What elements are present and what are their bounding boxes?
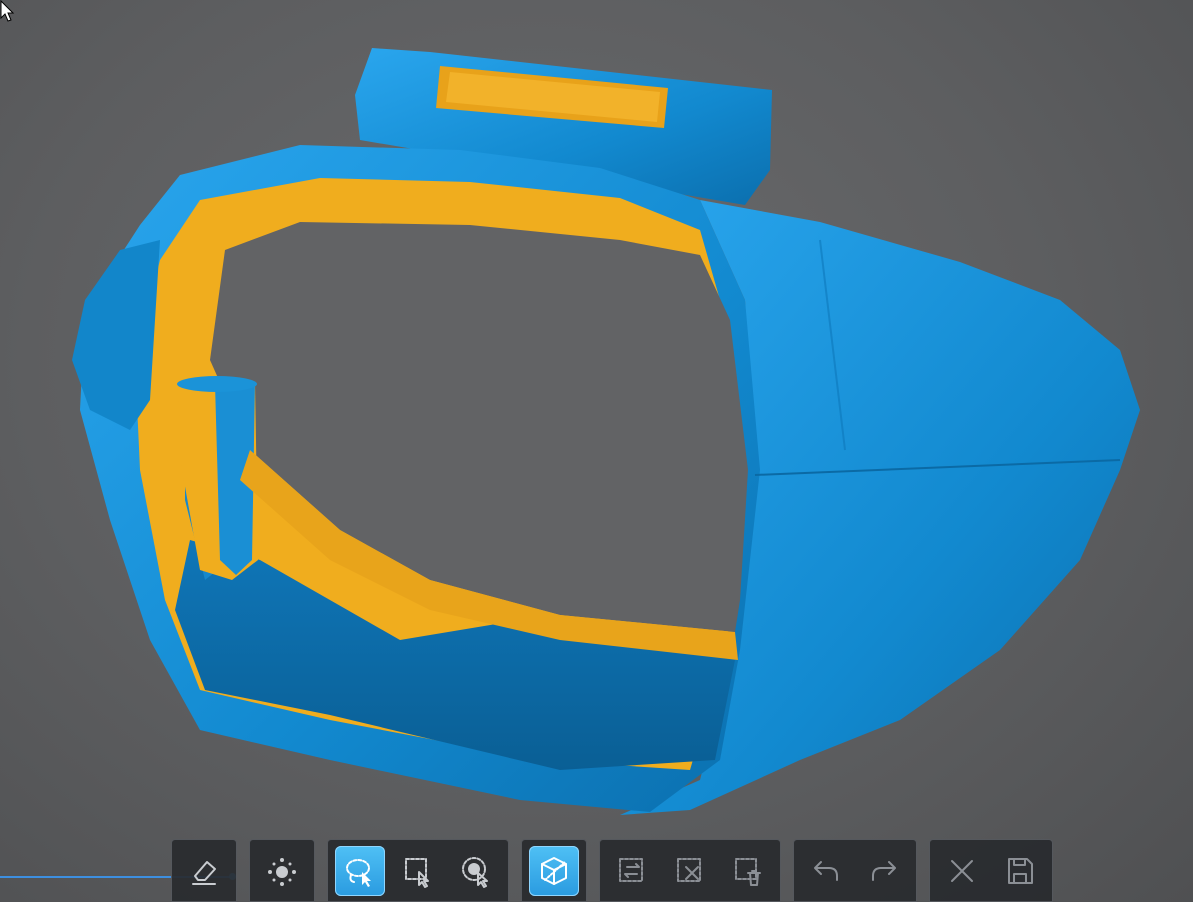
scanned-model[interactable]: [0, 0, 1193, 902]
toolbar-group-view: [521, 839, 587, 902]
eraser-button[interactable]: [179, 846, 229, 896]
close-icon: [951, 859, 973, 882]
eraser-icon: [192, 860, 216, 885]
toolbar-group-selection-ops: [599, 839, 781, 902]
rectangle-select-icon: [405, 857, 429, 888]
invert-selection-button[interactable]: [607, 846, 657, 896]
delete-selection-button[interactable]: [723, 846, 773, 896]
brush-select-button[interactable]: [451, 846, 501, 896]
toolbar-group-selection: [327, 839, 509, 902]
redo-icon: [872, 860, 896, 881]
lasso-select-icon: [346, 858, 371, 887]
lasso-select-button[interactable]: [335, 845, 385, 896]
delete-selection-icon: [735, 857, 761, 886]
brush-select-icon: [462, 856, 488, 888]
through-select-cube-icon: [541, 856, 567, 885]
toolbar-group-history: [793, 839, 917, 902]
save-button[interactable]: [995, 846, 1045, 896]
lighting-button[interactable]: [257, 846, 307, 896]
rectangle-select-button[interactable]: [393, 846, 443, 896]
clear-selection-icon: [677, 857, 701, 882]
clear-selection-button[interactable]: [665, 846, 715, 896]
save-icon: [1008, 857, 1033, 884]
toolbar-group-file: [929, 839, 1053, 902]
lighting-icon: [268, 857, 296, 886]
undo-button[interactable]: [801, 846, 851, 896]
toolbar-group-edit: [171, 839, 237, 902]
through-select-button[interactable]: [529, 845, 579, 896]
close-button[interactable]: [937, 846, 987, 896]
invert-selection-icon: [619, 857, 643, 882]
3d-viewport[interactable]: [0, 0, 1193, 902]
toolbar-group-light: [249, 839, 315, 902]
redo-button[interactable]: [859, 846, 909, 896]
mouse-cursor-icon: [0, 0, 15, 22]
bottom-toolbar: [171, 839, 1053, 902]
undo-icon: [814, 860, 838, 881]
